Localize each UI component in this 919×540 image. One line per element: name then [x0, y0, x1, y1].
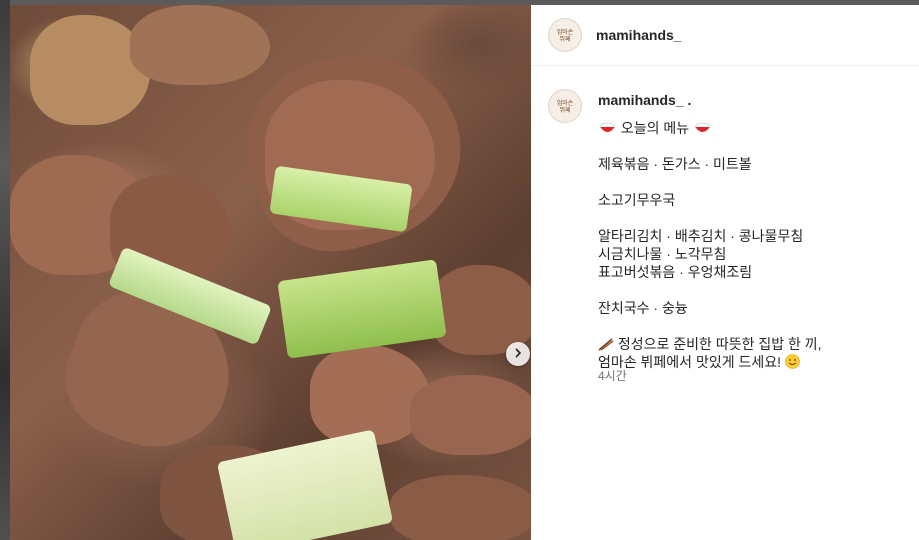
menu-line: 알타리김치 · 배추김치 · 콩나물무침: [598, 228, 804, 244]
carousel-next-button[interactable]: [506, 342, 530, 366]
caption-author[interactable]: mamihands_ .: [598, 92, 691, 108]
rice-bowl-icon: [693, 120, 712, 136]
caption-avatar[interactable]: 엄마손 뷔페: [548, 89, 582, 123]
menu-line: 표고버섯볶음 · 우엉채조림: [598, 264, 753, 280]
post-photo[interactable]: [10, 5, 531, 540]
menu-line: 제육볶음 · 돈가스 · 미트볼: [598, 156, 752, 172]
post-header: 엄마손 뷔페 mamihands_: [531, 5, 919, 66]
closing-text: 정성으로 준비한 따뜻한 집밥 한 끼,: [617, 336, 822, 352]
header-username[interactable]: mamihands_: [596, 27, 682, 43]
avatar[interactable]: 엄마손 뷔페: [548, 18, 582, 52]
menu-line: 소고기무우국: [598, 192, 676, 208]
svg-text:뷔페: 뷔페: [559, 106, 570, 114]
post-details-panel: 엄마손 뷔페 mamihands_ 엄마손 뷔페 mamihands_ . 오늘…: [531, 5, 919, 540]
menu-title-line: 오늘의 메뉴: [598, 119, 898, 137]
svg-text:뷔페: 뷔페: [559, 35, 570, 43]
rice-bowl-icon: [598, 120, 617, 136]
svg-text:엄마손: 엄마손: [557, 99, 574, 107]
closing-line-2: 엄마손 뷔페에서 맛있게 드세요!: [598, 353, 898, 371]
post-timestamp[interactable]: 4시간: [598, 367, 627, 384]
caption-text: 오늘의 메뉴 제육볶음 · 돈가스 · 미트볼 소고기무우국 알타리김치 · 배…: [598, 119, 898, 371]
menu-line: 잔치국수 · 숭늉: [598, 300, 688, 316]
closing-line: 정성으로 준비한 따뜻한 집밥 한 끼,: [598, 335, 898, 353]
chevron-right-icon: [513, 345, 523, 363]
backdrop-strip: [0, 0, 10, 540]
menu-line: 시금치나물 · 노각무침: [598, 246, 727, 262]
menu-title: 오늘의 메뉴: [620, 120, 690, 136]
svg-text:엄마손: 엄마손: [557, 28, 574, 36]
chopsticks-icon: [598, 336, 614, 352]
smile-icon: [785, 354, 800, 370]
